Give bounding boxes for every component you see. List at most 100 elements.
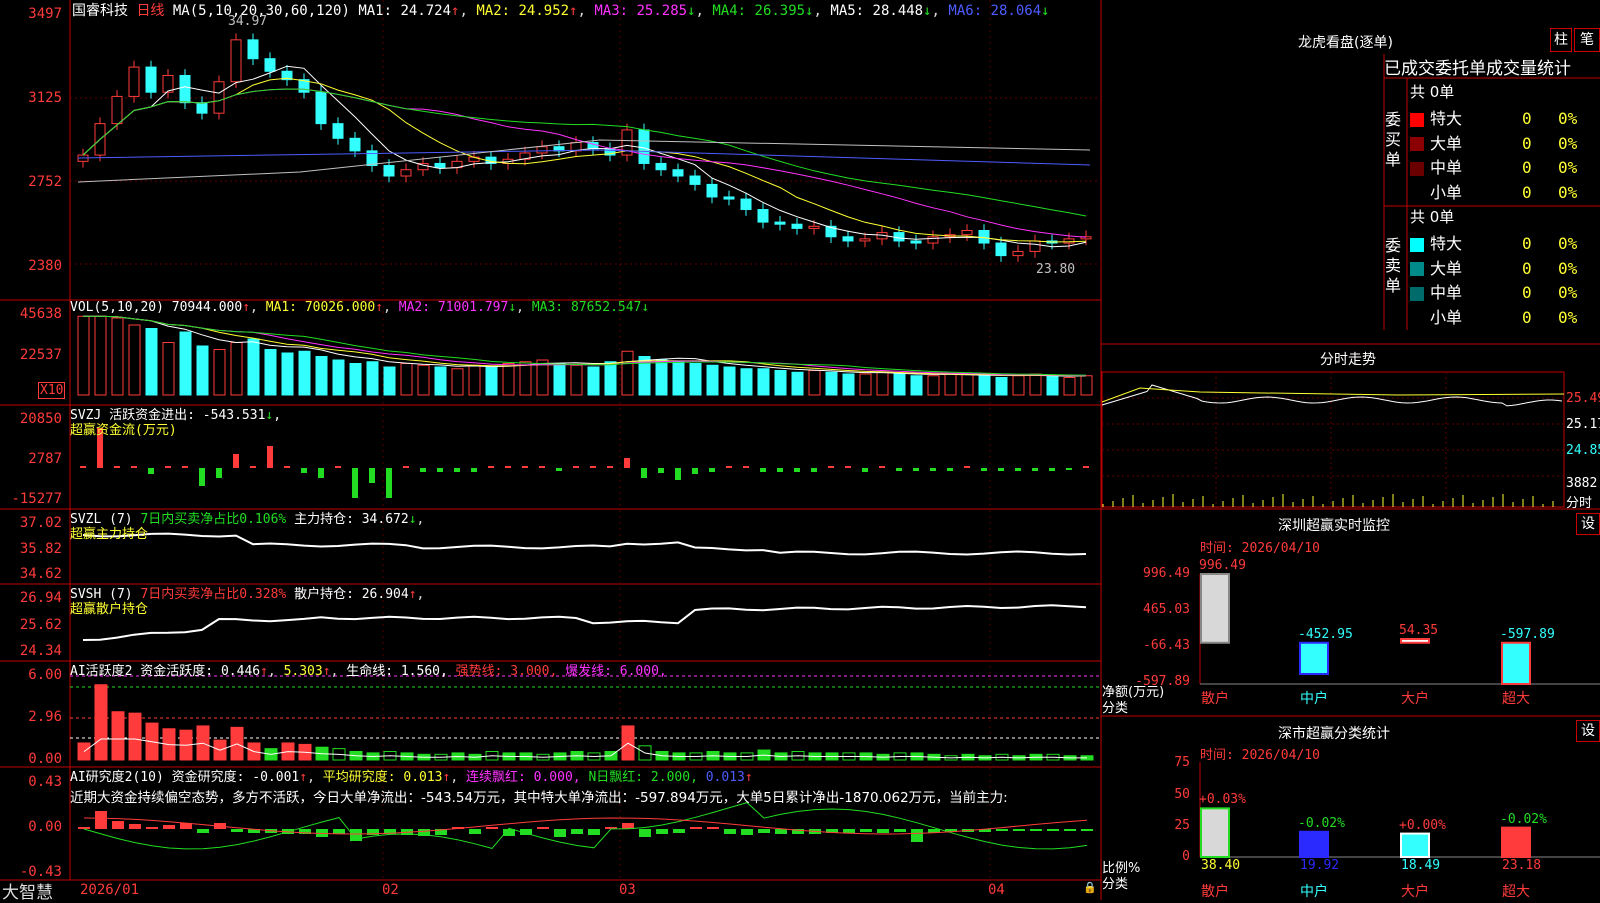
color-swatch — [1410, 262, 1424, 276]
xaxis-label: 2026/01 — [80, 882, 140, 898]
volume-bar — [740, 368, 753, 396]
monitor-time: 时间: 2026/04/10 — [1200, 541, 1320, 556]
volume-bar — [655, 359, 668, 396]
volume-bar — [281, 352, 294, 396]
volume-bar — [825, 371, 838, 396]
period-label[interactable]: 日线 — [136, 3, 164, 19]
volume-bar — [383, 366, 396, 396]
svsh-ytick: 24.34 — [19, 643, 62, 659]
ai2-bar — [537, 827, 549, 829]
intraday-vol-tick: 3882 — [1566, 476, 1598, 491]
candle-body — [757, 209, 769, 223]
order-size-label: 特大 — [1430, 234, 1463, 253]
svzj-bar — [556, 468, 562, 471]
svzj-bar — [420, 468, 426, 472]
color-swatch — [1410, 137, 1424, 151]
sell-total: 共 0单 — [1410, 208, 1455, 226]
svsh-ytick: 26.94 — [19, 590, 62, 606]
brand-logo[interactable]: 大智慧 — [2, 878, 53, 903]
ma5-value: MA5: 28.448 — [830, 3, 924, 19]
classify-ytick: 50 — [1174, 787, 1190, 802]
bar-category-label: 超大 — [1502, 884, 1530, 900]
order-row-buy: 小单 0 0% — [1410, 179, 1598, 203]
svzj-bar — [199, 468, 205, 486]
vol-header: VOL(5,10,20) 70944.000↑, MA1: 70026.000↑… — [70, 300, 650, 315]
ai2-bar — [231, 829, 243, 832]
svzj-bar — [539, 466, 545, 468]
bar-change-label: +0.03% — [1199, 792, 1246, 808]
ai2-bar — [469, 829, 481, 834]
order-row-sell: 特大 0 0% — [1410, 230, 1598, 254]
ai2-bar — [707, 827, 719, 829]
ai2-bar — [877, 829, 889, 833]
pen-mode-button[interactable]: 笔 — [1574, 28, 1600, 52]
ai2-bar — [588, 829, 600, 835]
candle-body — [400, 169, 412, 177]
volume-bar — [774, 370, 787, 396]
svzj-bar — [896, 468, 902, 471]
volume-bar — [570, 364, 583, 396]
svzj-ytick: 20850 — [19, 411, 62, 427]
volume-bar — [162, 342, 175, 396]
svzj-bar — [1049, 468, 1055, 471]
ai2-bar — [129, 824, 141, 829]
sell-side-label: 委卖单 — [1385, 236, 1402, 295]
order-row-buy: 特大 0 0% — [1410, 105, 1598, 129]
candle-body — [332, 123, 344, 139]
ai2-bar — [724, 829, 736, 834]
svzj-bar — [845, 466, 851, 468]
ai2-bar — [333, 829, 345, 834]
ai2-bar — [673, 829, 685, 833]
candle-body — [859, 238, 871, 242]
dragon-title: 龙虎看盘(逐单) — [1298, 35, 1393, 51]
stock-name[interactable]: 国睿科技 — [72, 3, 128, 19]
candle-body — [740, 198, 752, 211]
volume-bar — [349, 363, 362, 396]
svzj-bar — [743, 466, 749, 468]
monitor-settings-button[interactable]: 设 — [1576, 513, 1600, 535]
svsh-sub: 超赢散户持仓 — [70, 602, 149, 617]
ai1-label-b: 5.303 — [283, 664, 323, 679]
svzl-label-b: 7日内买卖净占比0.106% — [140, 512, 287, 527]
volume-bar — [417, 364, 430, 396]
volume-bar — [995, 377, 1008, 396]
ma120-line — [77, 139, 1091, 183]
chart-canvas[interactable] — [0, 0, 1600, 900]
order-pct: 0% — [1558, 182, 1578, 202]
order-count: 0 — [1522, 182, 1532, 202]
bar-value-label: 54.35 — [1399, 623, 1439, 638]
candle-body — [145, 66, 157, 93]
candle-body — [349, 137, 361, 152]
bar-mode-button[interactable]: 柱 — [1550, 28, 1572, 52]
candle-body — [179, 74, 191, 104]
main-ytick: 2752 — [28, 174, 62, 190]
order-size-label: 大单 — [1430, 258, 1463, 278]
ai2-bar — [1064, 829, 1076, 831]
classify-time: 时间: 2026/04/10 — [1200, 748, 1320, 763]
ai2-bar — [486, 827, 498, 829]
classify-title: 深市超赢分类统计 — [1278, 726, 1390, 742]
category-bar — [1400, 832, 1430, 859]
volume-bar — [315, 356, 328, 396]
bar-value-label: -452.95 — [1298, 626, 1353, 642]
svzj-bar — [488, 466, 494, 468]
monitor-xlabel: 分类 — [1102, 701, 1129, 716]
order-pct: 0% — [1558, 234, 1578, 253]
ai1-ytick: 0.00 — [28, 751, 62, 767]
order-pct: 0% — [1558, 109, 1578, 128]
lock-icon[interactable]: 🔒 — [1083, 881, 1097, 894]
classify-settings-button[interactable]: 设 — [1576, 720, 1600, 742]
svzj-bar — [284, 466, 290, 468]
svzj-bar — [1032, 468, 1038, 471]
order-pct: 0% — [1558, 283, 1578, 302]
color-swatch — [1410, 112, 1424, 127]
bar-change-label: -0.02% — [1500, 811, 1547, 827]
ma4-value: MA4: 26.395 — [712, 3, 806, 19]
svzj-bar — [437, 468, 443, 472]
candle-body — [383, 165, 395, 177]
order-count: 0 — [1522, 283, 1532, 302]
candle-body — [128, 66, 140, 97]
order-size-label: 大单 — [1430, 133, 1463, 153]
volume-bar — [553, 363, 566, 396]
monitor-ytick: 465.03 — [1143, 602, 1190, 617]
